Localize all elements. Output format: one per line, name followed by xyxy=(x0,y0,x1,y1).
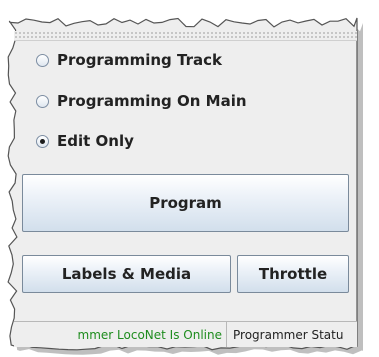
radio-label-programming-track: Programming Track xyxy=(57,51,222,69)
labels-media-button[interactable]: Labels & Media xyxy=(22,255,231,293)
radio-button-icon[interactable] xyxy=(36,134,49,148)
radio-label-edit-only: Edit Only xyxy=(57,132,134,150)
connection-status: mmer LocoNet Is Online xyxy=(14,322,227,347)
connection-status-text: mmer LocoNet Is Online xyxy=(77,328,222,342)
radio-button-icon[interactable] xyxy=(36,53,49,67)
radio-edit-only[interactable]: Edit Only xyxy=(36,130,134,152)
status-bar: mmer LocoNet Is Online Programmer Statu xyxy=(14,321,357,347)
throttle-button[interactable]: Throttle xyxy=(237,255,349,293)
radio-programming-track[interactable]: Programming Track xyxy=(36,49,222,71)
radio-programming-on-main[interactable]: Programming On Main xyxy=(36,90,247,112)
programmer-panel: Programming Track Programming On Main Ed… xyxy=(14,31,357,347)
radio-label-programming-on-main: Programming On Main xyxy=(57,92,247,110)
programmer-status: Programmer Statu xyxy=(227,322,357,347)
programmer-status-text: Programmer Statu xyxy=(233,328,344,342)
radio-button-icon[interactable] xyxy=(36,94,49,108)
toolbar-strip xyxy=(14,31,357,41)
program-button[interactable]: Program xyxy=(22,174,349,232)
